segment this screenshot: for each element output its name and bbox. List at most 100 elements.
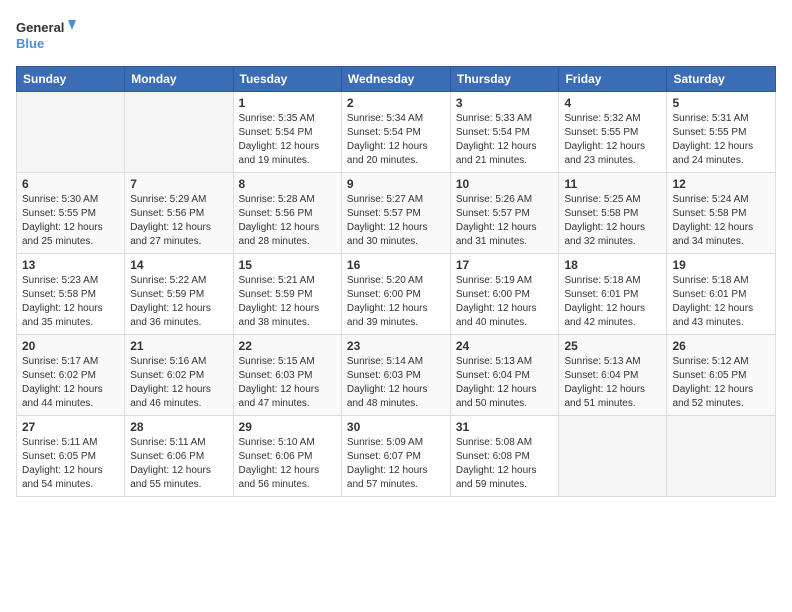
weekday-header-tuesday: Tuesday bbox=[233, 67, 341, 92]
day-info: Sunrise: 5:13 AMSunset: 6:04 PMDaylight:… bbox=[456, 355, 554, 411]
calendar-cell bbox=[667, 416, 776, 497]
weekday-header-monday: Monday bbox=[125, 67, 233, 92]
day-info: Sunrise: 5:31 AMSunset: 5:55 PMDaylight:… bbox=[672, 112, 770, 168]
day-number: 9 bbox=[347, 177, 445, 191]
calendar-cell: 24Sunrise: 5:13 AMSunset: 6:04 PMDayligh… bbox=[450, 335, 559, 416]
calendar-cell: 2Sunrise: 5:34 AMSunset: 5:54 PMDaylight… bbox=[341, 92, 450, 173]
day-number: 18 bbox=[564, 258, 661, 272]
day-number: 8 bbox=[239, 177, 336, 191]
day-info: Sunrise: 5:28 AMSunset: 5:56 PMDaylight:… bbox=[239, 193, 336, 249]
svg-text:Blue: Blue bbox=[16, 36, 44, 51]
day-info: Sunrise: 5:19 AMSunset: 6:00 PMDaylight:… bbox=[456, 274, 554, 330]
calendar-cell: 9 Sunrise: 5:27 AMSunset: 5:57 PMDaylight… bbox=[341, 173, 450, 254]
day-number: 3 bbox=[456, 96, 554, 110]
calendar-cell: 26 Sunrise: 5:12 AMSunset: 6:05 PMDayligh… bbox=[667, 335, 776, 416]
logo-svg: General Blue bbox=[16, 16, 76, 58]
day-info: Sunrise: 5:21 AMSunset: 5:59 PMDaylight:… bbox=[239, 274, 336, 330]
calendar-cell: 15 Sunrise: 5:21 AMSunset: 5:59 PMDayligh… bbox=[233, 254, 341, 335]
calendar-cell: 29 Sunrise: 5:10 AMSunset: 6:06 PMDayligh… bbox=[233, 416, 341, 497]
calendar-week-1: 1 Sunrise: 5:35 AMSunset: 5:54 PMDaylight… bbox=[17, 92, 776, 173]
day-info: Sunrise: 5:08 AMSunset: 6:08 PMDaylight:… bbox=[456, 436, 554, 492]
day-number: 23 bbox=[347, 339, 445, 353]
calendar-week-2: 6Sunrise: 5:30 AMSunset: 5:55 PMDaylight… bbox=[17, 173, 776, 254]
calendar-cell: 17Sunrise: 5:19 AMSunset: 6:00 PMDayligh… bbox=[450, 254, 559, 335]
day-number: 1 bbox=[239, 96, 336, 110]
calendar-cell: 18 Sunrise: 5:18 AMSunset: 6:01 PMDayligh… bbox=[559, 254, 667, 335]
day-number: 30 bbox=[347, 420, 445, 434]
day-number: 5 bbox=[672, 96, 770, 110]
weekday-header-sunday: Sunday bbox=[17, 67, 125, 92]
calendar-cell: 13 Sunrise: 5:23 AMSunset: 5:58 PMDayligh… bbox=[17, 254, 125, 335]
calendar-cell: 16 Sunrise: 5:20 AMSunset: 6:00 PMDayligh… bbox=[341, 254, 450, 335]
calendar-cell: 31 Sunrise: 5:08 AMSunset: 6:08 PMDayligh… bbox=[450, 416, 559, 497]
calendar-cell: 20 Sunrise: 5:17 AMSunset: 6:02 PMDayligh… bbox=[17, 335, 125, 416]
weekday-header-wednesday: Wednesday bbox=[341, 67, 450, 92]
day-info: Sunrise: 5:10 AMSunset: 6:06 PMDaylight:… bbox=[239, 436, 336, 492]
calendar-cell: 27 Sunrise: 5:11 AMSunset: 6:05 PMDayligh… bbox=[17, 416, 125, 497]
weekday-header-thursday: Thursday bbox=[450, 67, 559, 92]
calendar-week-4: 20 Sunrise: 5:17 AMSunset: 6:02 PMDayligh… bbox=[17, 335, 776, 416]
weekday-header-row: SundayMondayTuesdayWednesdayThursdayFrid… bbox=[17, 67, 776, 92]
day-info: Sunrise: 5:30 AMSunset: 5:55 PMDaylight:… bbox=[22, 193, 119, 249]
day-number: 31 bbox=[456, 420, 554, 434]
day-info: Sunrise: 5:27 AMSunset: 5:57 PMDaylight:… bbox=[347, 193, 445, 249]
day-number: 28 bbox=[130, 420, 227, 434]
calendar-cell: 28 Sunrise: 5:11 AMSunset: 6:06 PMDayligh… bbox=[125, 416, 233, 497]
day-info: Sunrise: 5:09 AMSunset: 6:07 PMDaylight:… bbox=[347, 436, 445, 492]
day-number: 29 bbox=[239, 420, 336, 434]
day-info: Sunrise: 5:26 AMSunset: 5:57 PMDaylight:… bbox=[456, 193, 554, 249]
calendar-cell: 1 Sunrise: 5:35 AMSunset: 5:54 PMDaylight… bbox=[233, 92, 341, 173]
calendar-cell: 10 Sunrise: 5:26 AMSunset: 5:57 PMDayligh… bbox=[450, 173, 559, 254]
calendar-cell: 19 Sunrise: 5:18 AMSunset: 6:01 PMDayligh… bbox=[667, 254, 776, 335]
calendar-cell: 30 Sunrise: 5:09 AMSunset: 6:07 PMDayligh… bbox=[341, 416, 450, 497]
calendar-cell: 21 Sunrise: 5:16 AMSunset: 6:02 PMDayligh… bbox=[125, 335, 233, 416]
day-number: 7 bbox=[130, 177, 227, 191]
day-info: Sunrise: 5:18 AMSunset: 6:01 PMDaylight:… bbox=[564, 274, 661, 330]
day-info: Sunrise: 5:11 AMSunset: 6:06 PMDaylight:… bbox=[130, 436, 227, 492]
day-info: Sunrise: 5:14 AMSunset: 6:03 PMDaylight:… bbox=[347, 355, 445, 411]
day-number: 26 bbox=[672, 339, 770, 353]
calendar-cell: 3Sunrise: 5:33 AMSunset: 5:54 PMDaylight… bbox=[450, 92, 559, 173]
calendar-cell: 5 Sunrise: 5:31 AMSunset: 5:55 PMDaylight… bbox=[667, 92, 776, 173]
calendar-cell: 25Sunrise: 5:13 AMSunset: 6:04 PMDayligh… bbox=[559, 335, 667, 416]
calendar-cell: 12Sunrise: 5:24 AMSunset: 5:58 PMDayligh… bbox=[667, 173, 776, 254]
calendar-cell: 23 Sunrise: 5:14 AMSunset: 6:03 PMDayligh… bbox=[341, 335, 450, 416]
day-number: 2 bbox=[347, 96, 445, 110]
day-info: Sunrise: 5:16 AMSunset: 6:02 PMDaylight:… bbox=[130, 355, 227, 411]
day-number: 10 bbox=[456, 177, 554, 191]
day-info: Sunrise: 5:13 AMSunset: 6:04 PMDaylight:… bbox=[564, 355, 661, 411]
day-info: Sunrise: 5:20 AMSunset: 6:00 PMDaylight:… bbox=[347, 274, 445, 330]
day-info: Sunrise: 5:35 AMSunset: 5:54 PMDaylight:… bbox=[239, 112, 336, 168]
day-info: Sunrise: 5:23 AMSunset: 5:58 PMDaylight:… bbox=[22, 274, 119, 330]
day-number: 15 bbox=[239, 258, 336, 272]
weekday-header-friday: Friday bbox=[559, 67, 667, 92]
day-number: 21 bbox=[130, 339, 227, 353]
calendar-cell: 4Sunrise: 5:32 AMSunset: 5:55 PMDaylight… bbox=[559, 92, 667, 173]
day-number: 20 bbox=[22, 339, 119, 353]
calendar-table: SundayMondayTuesdayWednesdayThursdayFrid… bbox=[16, 66, 776, 497]
day-number: 14 bbox=[130, 258, 227, 272]
calendar-cell bbox=[559, 416, 667, 497]
calendar-cell bbox=[125, 92, 233, 173]
calendar-cell: 11 Sunrise: 5:25 AMSunset: 5:58 PMDayligh… bbox=[559, 173, 667, 254]
calendar-cell bbox=[17, 92, 125, 173]
day-number: 22 bbox=[239, 339, 336, 353]
page-header: General Blue bbox=[16, 16, 776, 58]
day-info: Sunrise: 5:32 AMSunset: 5:55 PMDaylight:… bbox=[564, 112, 661, 168]
day-number: 19 bbox=[672, 258, 770, 272]
calendar-week-3: 13 Sunrise: 5:23 AMSunset: 5:58 PMDayligh… bbox=[17, 254, 776, 335]
day-info: Sunrise: 5:29 AMSunset: 5:56 PMDaylight:… bbox=[130, 193, 227, 249]
day-info: Sunrise: 5:18 AMSunset: 6:01 PMDaylight:… bbox=[672, 274, 770, 330]
weekday-header-saturday: Saturday bbox=[667, 67, 776, 92]
day-number: 13 bbox=[22, 258, 119, 272]
day-info: Sunrise: 5:12 AMSunset: 6:05 PMDaylight:… bbox=[672, 355, 770, 411]
day-info: Sunrise: 5:17 AMSunset: 6:02 PMDaylight:… bbox=[22, 355, 119, 411]
day-info: Sunrise: 5:15 AMSunset: 6:03 PMDaylight:… bbox=[239, 355, 336, 411]
day-info: Sunrise: 5:22 AMSunset: 5:59 PMDaylight:… bbox=[130, 274, 227, 330]
day-number: 16 bbox=[347, 258, 445, 272]
day-info: Sunrise: 5:25 AMSunset: 5:58 PMDaylight:… bbox=[564, 193, 661, 249]
day-number: 27 bbox=[22, 420, 119, 434]
day-number: 11 bbox=[564, 177, 661, 191]
day-info: Sunrise: 5:24 AMSunset: 5:58 PMDaylight:… bbox=[672, 193, 770, 249]
day-info: Sunrise: 5:11 AMSunset: 6:05 PMDaylight:… bbox=[22, 436, 119, 492]
